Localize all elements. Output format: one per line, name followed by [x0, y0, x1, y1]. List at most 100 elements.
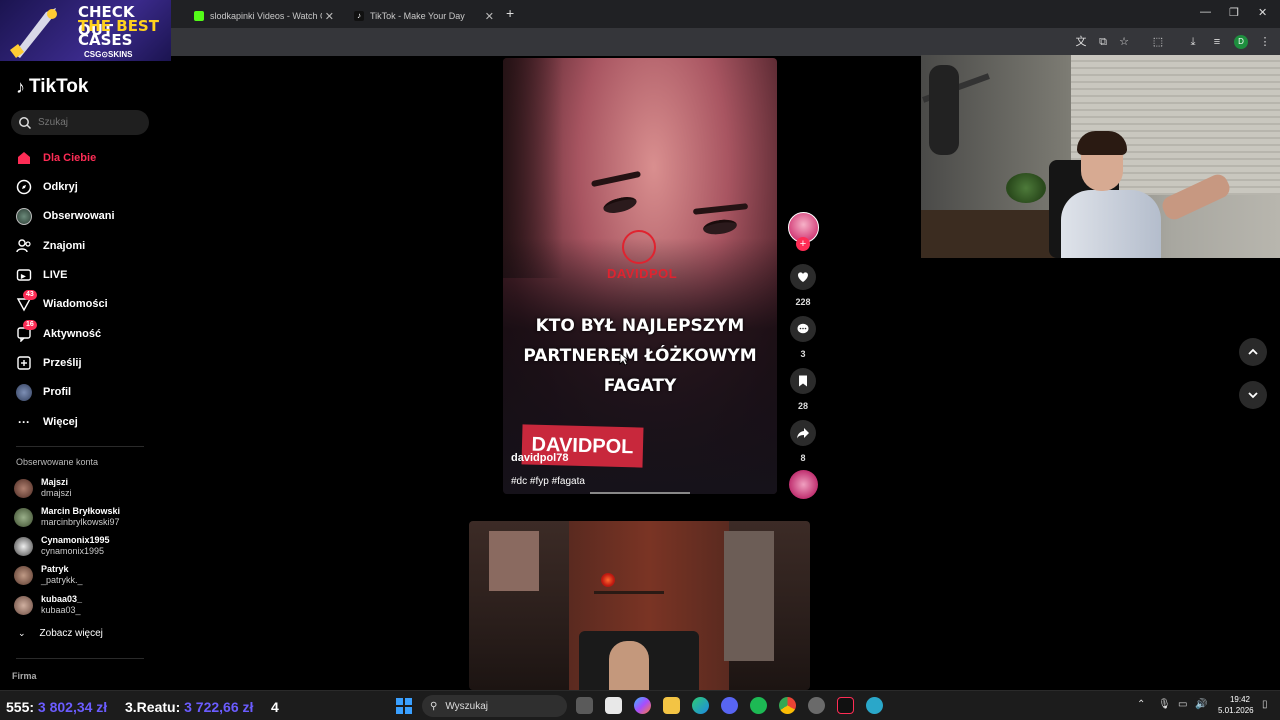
ad-brand: CSG⊙SKINS [84, 50, 133, 59]
followed-title: Obserwowane konta [16, 457, 99, 467]
windows-start-icon[interactable] [396, 698, 412, 714]
divider [16, 658, 144, 659]
nav-wiadomosci[interactable]: 43 Wiadomości [16, 290, 108, 314]
window-close-icon[interactable]: ✕ [1258, 6, 1267, 19]
chrome-icon[interactable] [779, 697, 796, 714]
discord-icon[interactable] [721, 697, 738, 714]
followed-account[interactable]: Cynamonix1995 cynamonix1995 [14, 535, 110, 557]
video-frame-brow [590, 170, 642, 188]
app-icon[interactable] [866, 697, 883, 714]
nav-przeslij[interactable]: Prześlij [16, 353, 82, 373]
search-icon [19, 116, 32, 129]
see-more-button[interactable]: ⌄ Zobacz więcej [18, 628, 103, 639]
account-handle: dmajszi [41, 488, 72, 498]
notifications-icon[interactable]: ▯ [1262, 699, 1268, 710]
mouse-cursor-icon [619, 352, 629, 366]
menu-dots-icon[interactable]: ⋮ [1258, 35, 1272, 49]
extensions-icon[interactable]: ⬚ [1151, 35, 1165, 49]
nav-label: Profil [43, 386, 72, 398]
close-icon[interactable]: ✕ [485, 10, 494, 23]
tiktok-logo[interactable]: ♪ TikTok [16, 76, 88, 98]
share-button[interactable] [790, 420, 816, 446]
tray-chevron-up-icon[interactable]: ⌃ [1137, 699, 1145, 710]
download-icon[interactable]: ⤓ [1186, 35, 1200, 49]
nav-wiecej[interactable]: ··· Więcej [16, 412, 78, 432]
search-input[interactable] [38, 117, 138, 128]
nav-znajomi[interactable]: Znajomi [16, 236, 85, 256]
activity-badge: 16 [23, 320, 37, 330]
nav-odkryj[interactable]: Odkryj [16, 177, 78, 197]
restore-icon[interactable]: ❐ [1229, 6, 1239, 19]
more-icon: ··· [18, 415, 30, 429]
nav-profil[interactable]: Profil [16, 382, 71, 402]
followed-account[interactable]: kubaa03_ kubaa03_ [14, 594, 82, 616]
translate-icon[interactable]: 文 [1074, 35, 1088, 49]
avatar [14, 478, 33, 498]
nav-label: Odkryj [43, 181, 78, 193]
edge-icon[interactable] [692, 697, 709, 714]
network-icon[interactable]: ▭ [1178, 699, 1187, 710]
nav-label: Obserwowani [43, 210, 115, 222]
caption-line: PARTNEREM ŁÓŻKOWYM [523, 346, 757, 366]
profile-avatar[interactable]: D [1234, 35, 1248, 49]
tab-slodkapinki[interactable]: slodkapinki Videos - Watch On ✕ [186, 4, 342, 28]
sidebar: ♪ TikTok Dla Ciebie Odkryj Obserwowani Z… [0, 61, 170, 686]
video-author-link[interactable]: davidpol78 [511, 452, 568, 464]
overlay-stat-2: 3.Reatu: 3 722,66 zł [125, 699, 253, 715]
cast-icon[interactable]: ⧉ [1096, 35, 1110, 49]
task-view-icon[interactable] [576, 697, 593, 714]
previous-video-button[interactable] [1239, 338, 1267, 366]
tab-title: slodkapinki Videos - Watch On [210, 11, 322, 21]
chevron-up-icon [1248, 348, 1258, 355]
nav-aktywnosc[interactable]: 16 Aktywność [16, 320, 101, 344]
comment-button[interactable] [790, 316, 816, 342]
store-icon[interactable] [605, 697, 622, 714]
tiktok-app-icon[interactable] [837, 697, 854, 714]
ad-banner[interactable]: CHECK OUT THE BEST CASES CSG⊙SKINS [0, 0, 171, 61]
video-frame-light [601, 573, 615, 587]
ad-line-3: CASES [78, 31, 133, 49]
minimize-icon[interactable]: — [1200, 6, 1211, 18]
video-player[interactable]: DAVIDPOL KTO BYŁ NAJLEPSZYM PARTNEREM ŁÓ… [503, 58, 777, 494]
follow-plus-icon[interactable]: + [796, 237, 810, 251]
bookmark-icon [799, 375, 807, 387]
video-scrub-handle[interactable] [590, 492, 690, 494]
nav-live[interactable]: ▶ LIVE [16, 265, 67, 285]
nav-dla-ciebie[interactable]: Dla Ciebie [16, 148, 96, 168]
nav-obserwowani[interactable]: Obserwowani [16, 206, 115, 226]
music-disc-icon[interactable] [789, 470, 818, 499]
save-button[interactable] [790, 368, 816, 394]
bookmark-star-icon[interactable]: ☆ [1117, 35, 1131, 49]
media-icon[interactable]: ≡ [1210, 35, 1224, 49]
webcam-plant [1006, 173, 1046, 203]
watermark-logo-icon [622, 230, 656, 264]
next-video-preview[interactable] [469, 521, 810, 690]
account-handle: _patrykk._ [41, 575, 83, 585]
search-box[interactable] [11, 110, 149, 135]
footer-firma-link[interactable]: Firma [12, 671, 37, 681]
tiktok-favicon-icon: ♪ [354, 11, 364, 21]
close-icon[interactable]: ✕ [325, 10, 334, 23]
video-frame-brow [692, 203, 749, 215]
obs-icon[interactable] [808, 697, 825, 714]
copilot-icon[interactable] [634, 697, 651, 714]
video-frame-poster [489, 531, 539, 591]
nav-label: LIVE [43, 269, 68, 281]
next-video-button[interactable] [1239, 381, 1267, 409]
file-explorer-icon[interactable] [663, 697, 680, 714]
overlay-stat-3: 4 [271, 699, 279, 715]
volume-icon[interactable]: 🔊 [1195, 699, 1207, 710]
tab-tiktok[interactable]: ♪ TikTok - Make Your Day ✕ [346, 4, 502, 28]
spotify-icon[interactable] [750, 697, 767, 714]
microphone-icon[interactable]: 🎙 [1158, 699, 1171, 710]
followed-account[interactable]: Marcin Bryłkowski marcinbrylkowski97 [14, 506, 120, 528]
taskbar-search[interactable]: ⚲ Wyszukaj [422, 695, 567, 717]
like-button[interactable] [790, 264, 816, 290]
profile-icon [16, 383, 32, 401]
activity-icon: 16 [16, 320, 37, 342]
followed-account[interactable]: Majszi dmajszi [14, 477, 72, 499]
video-hashtags[interactable]: #dc #fyp #fagata [511, 476, 585, 487]
taskbar-clock[interactable]: 19:42 5.01.2026 [1218, 694, 1254, 716]
followed-account[interactable]: Patryk _patrykk._ [14, 564, 83, 586]
new-tab-icon[interactable]: + [506, 5, 514, 21]
